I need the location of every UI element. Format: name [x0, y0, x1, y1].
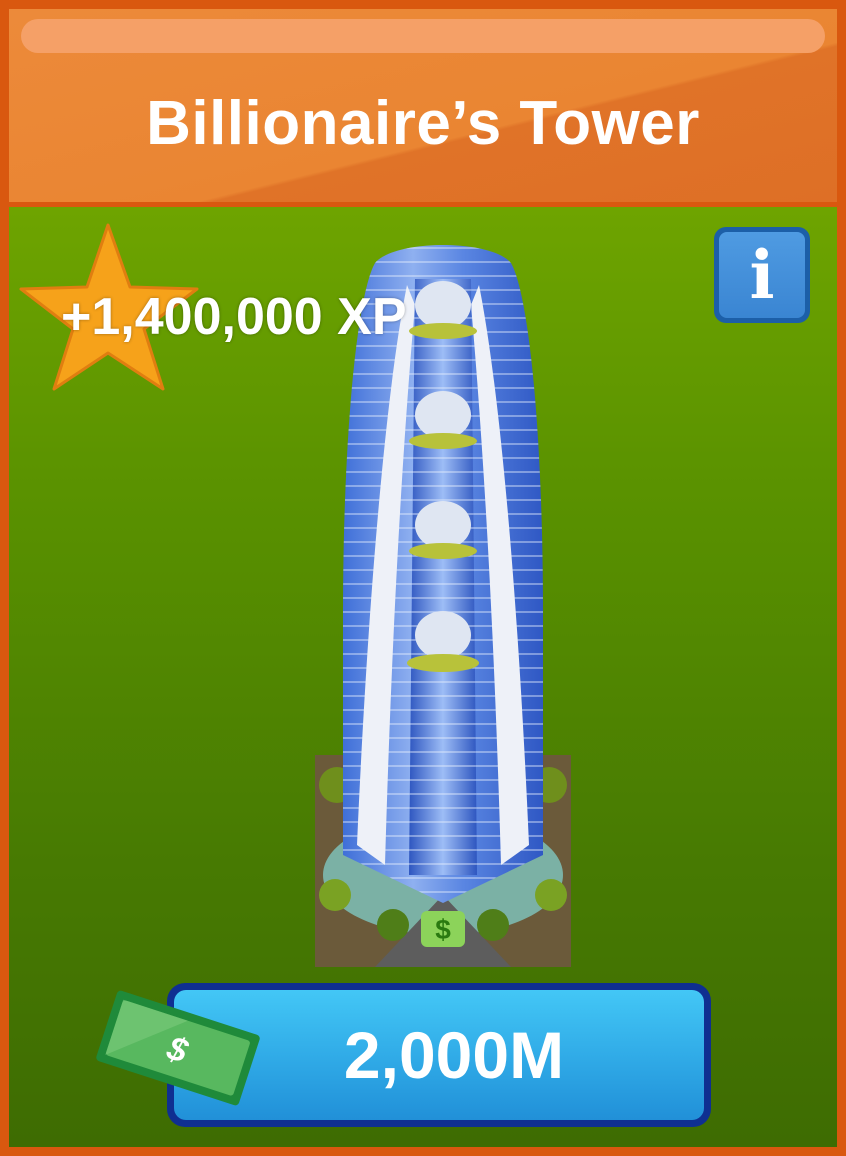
item-title: Billionaire’s Tower — [146, 89, 700, 158]
item-panel: $ +1,400,000 XP i 2,000M $ — [9, 207, 837, 1147]
info-button[interactable]: i — [714, 227, 810, 323]
card-header: Billionaire’s Tower — [9, 9, 837, 202]
svg-text:$: $ — [435, 914, 451, 945]
price-label: 2,000M — [343, 1018, 565, 1092]
item-card: Billionaire’s Tower $ +1,400,000 XP i 2,… — [0, 0, 846, 1156]
header-shine — [21, 19, 825, 53]
xp-reward-text: +1,400,000 XP — [61, 288, 407, 346]
info-icon: i — [749, 236, 775, 314]
cash-icon: $ — [96, 990, 260, 1106]
